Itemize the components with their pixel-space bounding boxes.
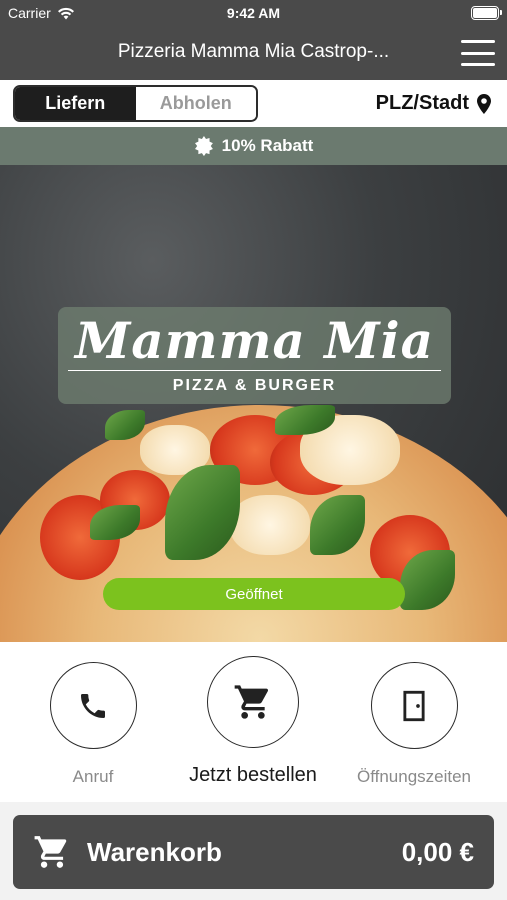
pizza-cheese: [230, 495, 310, 555]
cart-icon: [34, 836, 67, 868]
opening-hours-label: Öffnungszeiten: [356, 767, 472, 786]
badge-icon: [194, 136, 213, 156]
location-pin-icon: [477, 93, 491, 114]
opening-hours-button[interactable]: Öffnungszeiten: [334, 662, 494, 787]
open-status-badge: Geöffnet: [103, 578, 405, 610]
restaurant-logo: Mamma Mia PIZZA & BURGER: [58, 307, 451, 404]
order-mode-toggle: Liefern Abholen: [13, 85, 258, 122]
door-icon: [403, 690, 425, 721]
pickup-tab[interactable]: Abholen: [135, 87, 256, 120]
cart-button[interactable]: Warenkorb 0,00 €: [13, 815, 494, 889]
promo-banner[interactable]: 10% Rabatt: [0, 127, 507, 165]
phone-icon: [81, 693, 105, 718]
order-now-circle[interactable]: [207, 656, 299, 748]
call-label: Anruf: [72, 767, 114, 786]
order-now-label: Jetzt bestellen: [189, 764, 317, 786]
location-label: PLZ/Stadt: [375, 92, 469, 114]
cart-label: Warenkorb: [87, 836, 222, 867]
order-now-button[interactable]: Jetzt bestellen: [173, 656, 333, 787]
location-selector[interactable]: PLZ/Stadt: [376, 92, 491, 115]
logo-subtitle: PIZZA & BURGER: [172, 377, 337, 394]
navigation-bar: Pizzeria Mamma Mia Castrop-...: [0, 26, 507, 80]
cart-icon: [234, 685, 268, 719]
menu-icon[interactable]: [461, 40, 495, 66]
logo-title: Mamma Mia: [74, 311, 435, 370]
promo-text: 10% Rabatt: [221, 136, 314, 155]
clock: 9:42 AM: [226, 5, 281, 21]
page-title: Pizzeria Mamma Mia Castrop-...: [117, 41, 390, 62]
opening-hours-circle[interactable]: [370, 662, 458, 749]
delivery-tab[interactable]: Liefern: [15, 87, 136, 120]
quick-actions: Anruf Jetzt bestellen Öffnungszeiten: [0, 642, 507, 802]
battery-icon: [471, 6, 502, 20]
call-button[interactable]: Anruf: [13, 662, 173, 787]
logo-divider: [68, 370, 441, 371]
cart-total: 0,00 €: [401, 836, 474, 867]
call-button-circle[interactable]: [49, 662, 137, 749]
status-bar: Carrier 9:42 AM: [0, 0, 507, 26]
hero-banner: Mamma Mia PIZZA & BURGER Geöffnet: [0, 165, 507, 642]
order-mode-row: Liefern Abholen PLZ/Stadt: [0, 80, 507, 127]
bottom-bar: Warenkorb 0,00 €: [0, 802, 507, 900]
